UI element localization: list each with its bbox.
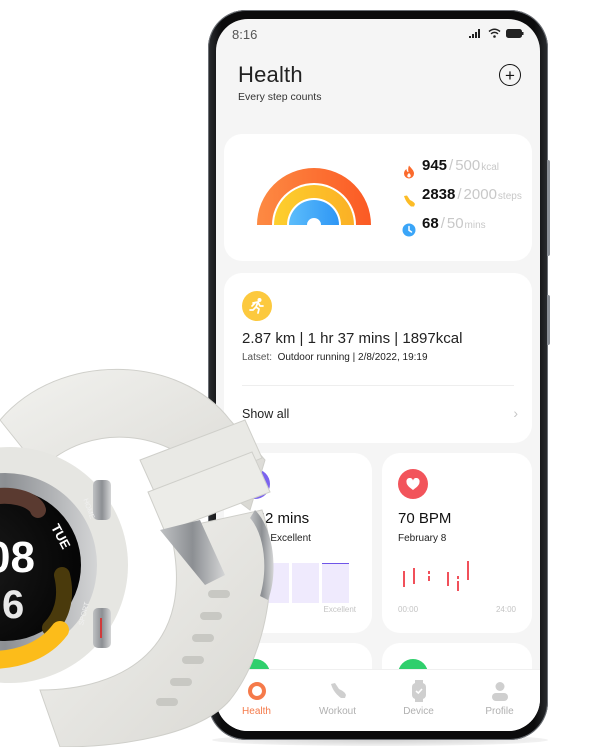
- sleep-axis-end: Excellent: [323, 605, 356, 614]
- clock-icon: [402, 223, 416, 236]
- running-icon: [242, 291, 272, 321]
- heart-rate-value: 70 BPM: [398, 510, 452, 527]
- hr-bar: [428, 576, 430, 581]
- page-subtitle: Every step counts: [238, 91, 322, 103]
- heart-rate-card[interactable]: 70 BPM February 8 00:00 24:00: [382, 453, 532, 633]
- heart-icon: [398, 469, 428, 499]
- watch-crown-button: [93, 480, 111, 520]
- plus-circle-icon: +: [505, 65, 515, 85]
- watch-minute: 6: [2, 583, 24, 627]
- heart-rate-date: February 8: [398, 533, 447, 544]
- hr-axis-end: 24:00: [495, 605, 516, 614]
- wifi-icon: [488, 28, 501, 38]
- battery-icon: [506, 28, 524, 38]
- person-icon: [489, 680, 511, 702]
- tab-device[interactable]: Device: [378, 670, 459, 731]
- hr-bar: [403, 571, 405, 587]
- watch-hour: 08: [0, 533, 35, 582]
- hr-bar: [413, 568, 415, 584]
- hr-bar: [457, 581, 459, 591]
- goals-list: 945/500 kcal 2838/2000 steps 68/50 mins: [402, 157, 522, 244]
- status-bar: 8:16: [216, 19, 540, 49]
- goal-calories: 945/500 kcal: [402, 157, 522, 186]
- volume-button: [547, 160, 550, 256]
- activity-card[interactable]: 945/500 kcal 2838/2000 steps 68/50 mins: [224, 134, 532, 261]
- hr-bar: [457, 576, 459, 579]
- shoe-icon: [404, 195, 415, 206]
- workout-summary: 2.87 km | 1 hr 37 mins | 1897kcal: [242, 330, 463, 347]
- chevron-right-icon[interactable]: ›: [513, 405, 518, 421]
- hr-bar: [467, 561, 469, 580]
- tab-profile[interactable]: Profile: [459, 670, 540, 731]
- shoe-icon: [327, 680, 349, 702]
- goal-steps: 2838/2000 steps: [402, 186, 522, 215]
- flame-icon: [404, 165, 414, 178]
- watch-icon: [408, 680, 430, 702]
- signal-icon: [469, 28, 480, 38]
- hr-axis-start: 00:00: [398, 605, 419, 614]
- heart-rate-chart: [398, 558, 516, 598]
- sport-button-accent: [100, 618, 102, 638]
- power-button: [547, 295, 550, 345]
- hr-bar: [428, 571, 430, 574]
- add-button[interactable]: +: [499, 64, 521, 86]
- status-time: 8:16: [232, 27, 258, 42]
- goal-active-minutes: 68/50 mins: [402, 215, 522, 244]
- sleep-bar-excellent: [322, 563, 349, 603]
- page-title: Health: [238, 62, 303, 87]
- smartwatch-image: TUE 08 6 HOME SPORT: [0, 368, 274, 747]
- tab-workout[interactable]: Workout: [297, 670, 378, 731]
- activity-rings-chart: [257, 168, 371, 225]
- hr-bar: [447, 572, 449, 586]
